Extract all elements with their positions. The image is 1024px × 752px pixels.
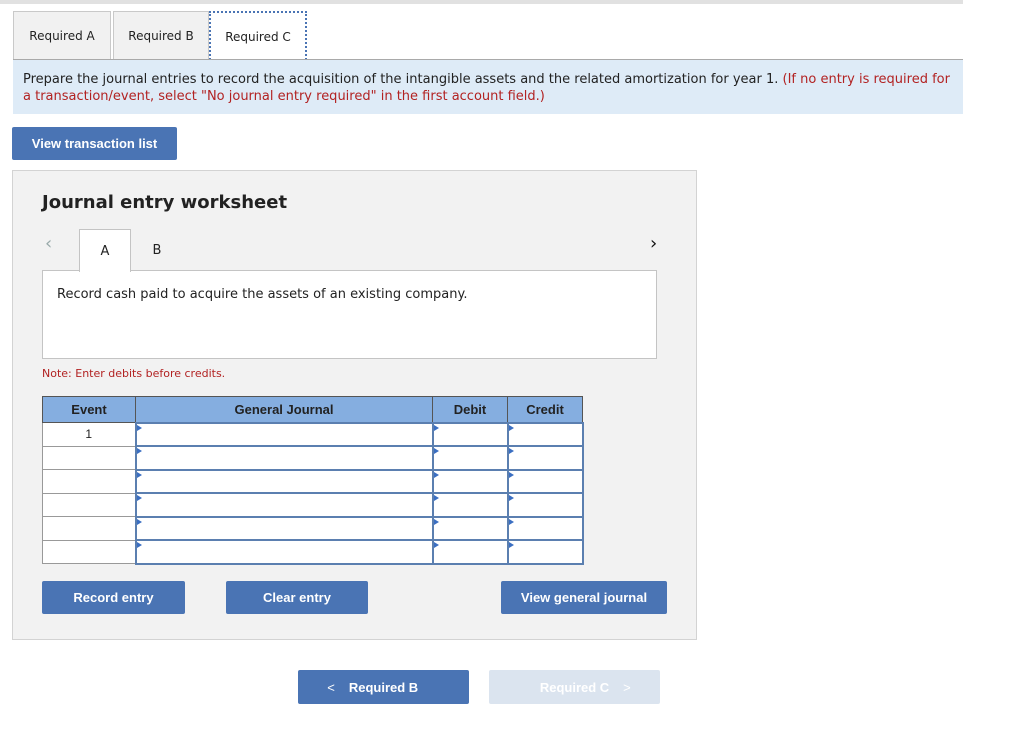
transaction-description: Record cash paid to acquire the assets o… <box>42 270 657 359</box>
table-row <box>42 445 584 471</box>
table-header-row: Event General Journal Debit Credit <box>42 396 583 423</box>
tab-required-b[interactable]: Required B <box>113 11 209 60</box>
top-bar <box>0 0 963 4</box>
credit-cell[interactable] <box>506 421 584 447</box>
next-required-button[interactable]: < Required C > <box>489 670 660 704</box>
account-select[interactable] <box>134 468 434 494</box>
credit-cell[interactable] <box>506 492 584 518</box>
event-cell <box>42 445 136 470</box>
account-select[interactable] <box>134 515 434 541</box>
account-input[interactable] <box>136 447 432 469</box>
account-select[interactable] <box>134 492 434 518</box>
chevron-right-icon[interactable]: › <box>650 233 657 254</box>
table-row <box>42 468 584 494</box>
credit-cell[interactable] <box>506 515 584 541</box>
description-text: Record cash paid to acquire the assets o… <box>57 287 468 302</box>
instructions-text: Prepare the journal entries to record th… <box>23 72 779 87</box>
chevron-left-icon[interactable]: ‹ <box>45 233 52 254</box>
account-input[interactable] <box>136 423 432 445</box>
debit-input[interactable] <box>433 470 507 492</box>
account-select[interactable] <box>134 421 434 447</box>
worksheet-title: Journal entry worksheet <box>42 192 288 213</box>
next-required-label: Required C <box>539 679 610 695</box>
chevron-right-icon: > <box>623 679 631 695</box>
worksheet-tab-b[interactable]: B <box>131 229 183 271</box>
credit-cell[interactable] <box>506 468 584 494</box>
view-transaction-list-button[interactable]: View transaction list <box>12 127 177 160</box>
debit-input[interactable] <box>433 423 507 445</box>
required-tabs: Required A Required B Required C <box>13 11 307 60</box>
record-entry-button[interactable]: Record entry <box>42 581 185 614</box>
debit-cell[interactable] <box>431 539 509 565</box>
event-cell <box>42 516 136 541</box>
clear-entry-button[interactable]: Clear entry <box>226 581 368 614</box>
credit-input[interactable] <box>508 470 582 492</box>
header-debit: Debit <box>432 396 508 423</box>
credit-input[interactable] <box>508 541 582 563</box>
debit-input[interactable] <box>433 541 507 563</box>
debit-cell[interactable] <box>431 468 509 494</box>
prev-required-label: Required B <box>348 679 419 695</box>
debit-input[interactable] <box>433 447 507 469</box>
journal-table: Event General Journal Debit Credit 1 <box>42 396 584 565</box>
account-select[interactable] <box>134 539 434 565</box>
table-row <box>42 515 584 541</box>
debit-input[interactable] <box>433 494 507 516</box>
account-input[interactable] <box>136 470 432 492</box>
credit-input[interactable] <box>508 447 582 469</box>
event-cell <box>42 469 136 494</box>
journal-entry-worksheet: Journal entry worksheet ‹ A B › Record c… <box>12 170 697 640</box>
debit-cell[interactable] <box>431 445 509 471</box>
worksheet-tab-a[interactable]: A <box>79 229 131 272</box>
credit-cell[interactable] <box>506 445 584 471</box>
debits-note: Note: Enter debits before credits. <box>42 367 226 380</box>
chevron-left-icon: < <box>327 679 335 695</box>
header-event: Event <box>42 396 136 423</box>
credit-cell[interactable] <box>506 539 584 565</box>
tab-required-a[interactable]: Required A <box>13 11 111 60</box>
credit-input[interactable] <box>508 423 582 445</box>
event-cell <box>42 492 136 517</box>
event-cell: 1 <box>42 422 136 447</box>
tab-required-c[interactable]: Required C <box>209 11 307 60</box>
table-row <box>42 539 584 565</box>
table-row: 1 <box>42 421 584 447</box>
event-cell <box>42 539 136 564</box>
header-general-journal: General Journal <box>135 396 433 423</box>
account-input[interactable] <box>136 494 432 516</box>
account-input[interactable] <box>136 541 432 563</box>
debit-cell[interactable] <box>431 421 509 447</box>
debit-cell[interactable] <box>431 515 509 541</box>
table-row <box>42 492 584 518</box>
view-general-journal-button[interactable]: View general journal <box>501 581 667 614</box>
account-select[interactable] <box>134 445 434 471</box>
debit-cell[interactable] <box>431 492 509 518</box>
account-input[interactable] <box>136 517 432 539</box>
credit-input[interactable] <box>508 517 582 539</box>
header-credit: Credit <box>507 396 583 423</box>
prev-required-button[interactable]: < Required B > <box>298 670 469 704</box>
instructions-panel: Prepare the journal entries to record th… <box>13 60 963 114</box>
debit-input[interactable] <box>433 517 507 539</box>
credit-input[interactable] <box>508 494 582 516</box>
